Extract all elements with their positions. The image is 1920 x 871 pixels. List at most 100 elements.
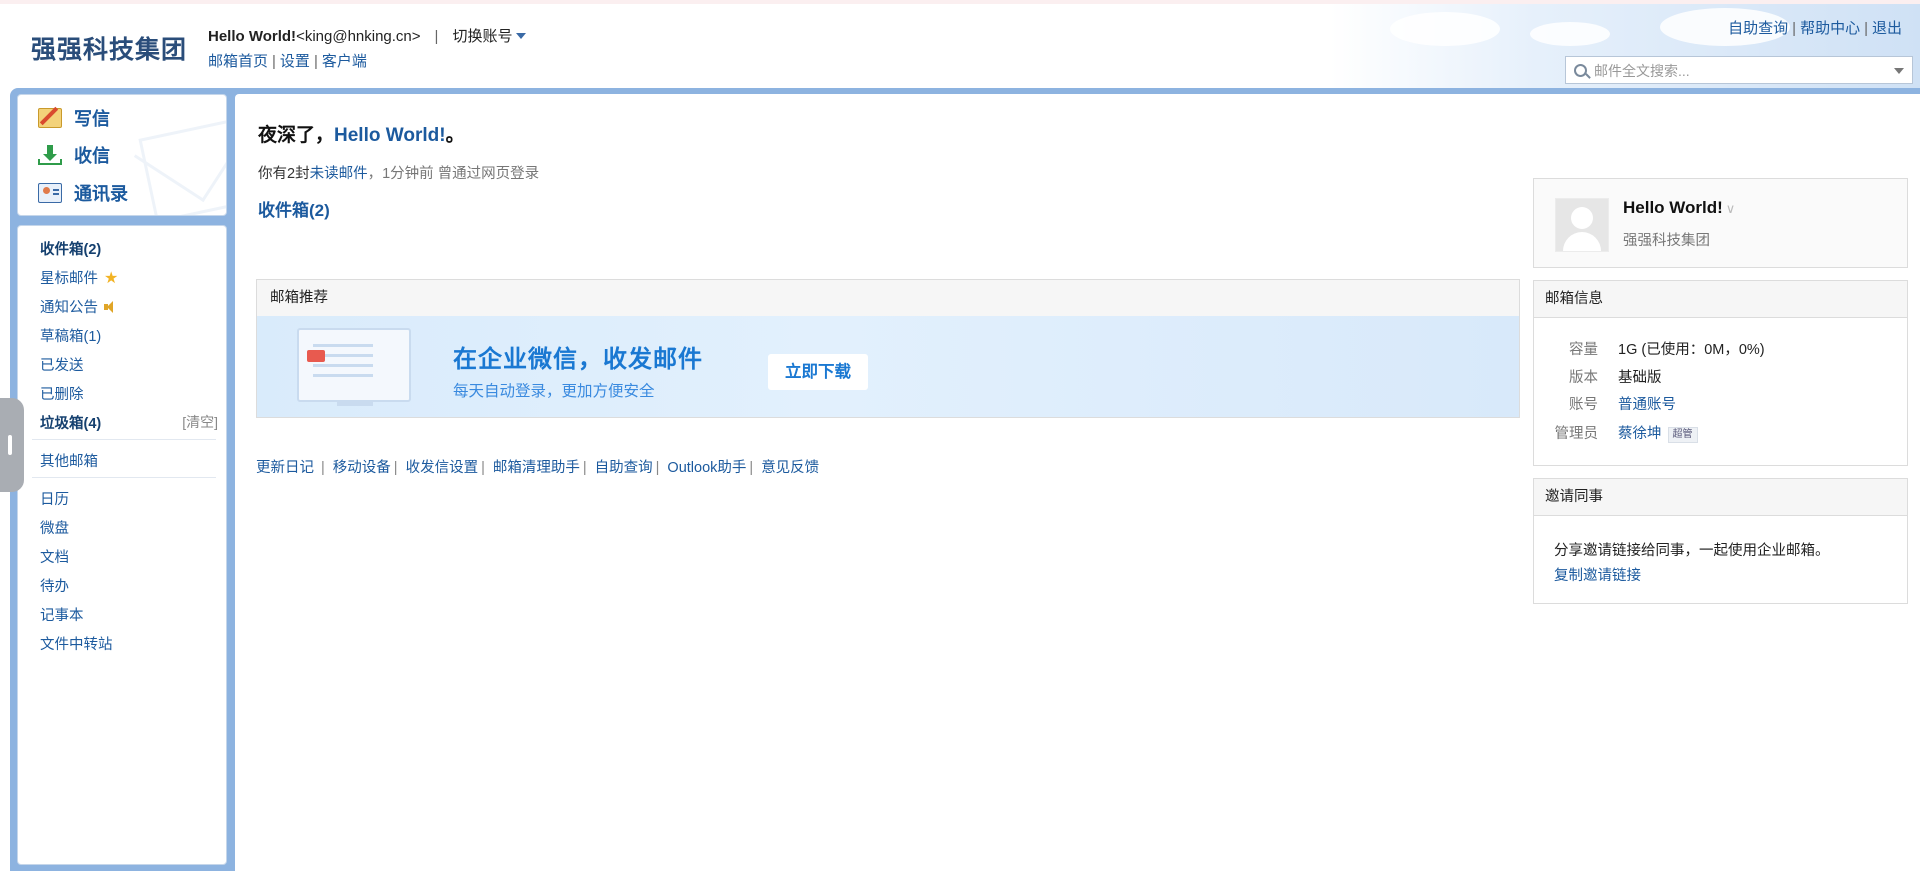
help-center-link[interactable]: 帮助中心 bbox=[1800, 20, 1860, 37]
divider: | bbox=[1792, 20, 1797, 37]
receive-button[interactable]: 收信 bbox=[38, 141, 110, 169]
search-icon[interactable] bbox=[1574, 64, 1587, 77]
super-admin-badge: 超管 bbox=[1667, 427, 1698, 443]
mailbox-recommend-section: 邮箱推荐 在企业微信，收发邮件 每天自动登录，更加方便安全 立即下载 bbox=[256, 279, 1520, 418]
app-drive[interactable]: 微盘 bbox=[40, 517, 69, 538]
folder-notice-label: 通知公告 bbox=[40, 300, 98, 316]
user-info-line: Hello World!<king@hnking.cn> | 切换账号 bbox=[208, 25, 527, 46]
folder-spam[interactable]: 垃圾箱(4) bbox=[40, 412, 101, 433]
compose-icon bbox=[38, 108, 62, 128]
profile-name-row[interactable]: Hello World! ∨ bbox=[1623, 198, 1735, 218]
folder-spam-label: 垃圾箱(4) bbox=[40, 416, 102, 432]
receive-label: 收信 bbox=[74, 146, 110, 166]
banner-subtitle: 每天自动登录，更加方便安全 bbox=[453, 383, 655, 400]
app-docs[interactable]: 文档 bbox=[40, 546, 69, 567]
folder-deleted-label: 已删除 bbox=[40, 387, 84, 403]
app-todo-label: 待办 bbox=[40, 579, 69, 595]
capacity-label: 容量 bbox=[1569, 342, 1598, 358]
divider: | bbox=[481, 460, 485, 476]
mailbox-info-title: 邮箱信息 bbox=[1534, 281, 1907, 318]
greeting-prefix: 夜深了， bbox=[258, 125, 335, 146]
search-options-dropdown-icon[interactable] bbox=[1894, 68, 1904, 74]
app-notebook-label: 记事本 bbox=[40, 608, 84, 624]
compose-label: 写信 bbox=[74, 109, 110, 129]
sidebar-collapse-handle[interactable] bbox=[0, 398, 24, 492]
outlook-assistant-link[interactable]: Outlook助手 bbox=[667, 460, 746, 476]
admin-label: 管理员 bbox=[1554, 426, 1599, 442]
folder-inbox-label: 收件箱(2) bbox=[40, 242, 102, 258]
greeting-user-name: Hello World! bbox=[334, 125, 446, 146]
divider bbox=[32, 439, 216, 440]
mail-search-box bbox=[1565, 56, 1913, 84]
capacity-value: 1G (已使用：0M，0%) bbox=[1618, 342, 1765, 358]
divider: | bbox=[272, 53, 276, 70]
divider: | bbox=[434, 28, 439, 45]
divider: | bbox=[393, 460, 398, 476]
switch-account-label: 切换账号 bbox=[452, 28, 513, 45]
account-type-link[interactable]: 普通账号 bbox=[1618, 393, 1676, 414]
monitor-stand-illustration bbox=[337, 400, 373, 406]
top-right-links: 自助查询 | 帮助中心 | 退出 bbox=[1728, 17, 1902, 38]
folder-other-mailboxes[interactable]: 其他邮箱 bbox=[40, 450, 98, 471]
settings-link[interactable]: 设置 bbox=[280, 53, 310, 70]
cleanup-assistant-link[interactable]: 邮箱清理助手 bbox=[493, 460, 580, 476]
avatar[interactable] bbox=[1555, 198, 1609, 252]
feedback-link[interactable]: 意见反馈 bbox=[761, 460, 819, 476]
user-name: Hello World! bbox=[208, 28, 297, 45]
logout-link[interactable]: 退出 bbox=[1872, 20, 1902, 37]
contacts-button[interactable]: 通讯录 bbox=[38, 179, 128, 207]
folder-notice[interactable]: 通知公告 bbox=[40, 296, 116, 317]
mobile-devices-link[interactable]: 移动设备 bbox=[333, 460, 391, 476]
version-label: 版本 bbox=[1569, 370, 1598, 386]
compose-button[interactable]: 写信 bbox=[38, 104, 110, 132]
switch-account-dropdown[interactable]: 切换账号 bbox=[452, 28, 527, 45]
folder-sent[interactable]: 已发送 bbox=[40, 354, 84, 375]
self-service-link[interactable]: 自助查询 bbox=[1728, 20, 1788, 37]
folder-drafts-label: 草稿箱(1) bbox=[40, 329, 102, 345]
admin-value-group: 蔡徐坤 超管 bbox=[1618, 422, 1698, 443]
footer-links: 更新日记 | 移动设备 | 收发信设置 | 邮箱清理助手 | 自助查询 | Outlook助手 | 意… bbox=[256, 456, 819, 477]
version-value: 基础版 bbox=[1618, 370, 1662, 386]
admin-name-link[interactable]: 蔡徐坤 bbox=[1618, 426, 1662, 442]
greeting: 夜深了，Hello World!。 bbox=[258, 120, 465, 147]
folder-inbox[interactable]: 收件箱(2) bbox=[40, 238, 101, 259]
changelog-link[interactable]: 更新日记 bbox=[256, 460, 314, 476]
app-calendar[interactable]: 日历 bbox=[40, 488, 69, 509]
download-now-button[interactable]: 立即下载 bbox=[768, 354, 868, 390]
monitor-illustration-icon bbox=[297, 328, 411, 402]
chevron-down-icon: ∨ bbox=[1725, 201, 1736, 216]
inbox-title-link[interactable]: 收件箱(2) bbox=[258, 196, 330, 221]
unread-mail-link[interactable]: 未读邮件 bbox=[310, 166, 368, 182]
folder-deleted[interactable]: 已删除 bbox=[40, 383, 84, 404]
star-icon: ★ bbox=[104, 269, 119, 287]
self-service-footer-link[interactable]: 自助查询 bbox=[595, 460, 653, 476]
app-file-transfer-label: 文件中转站 bbox=[40, 637, 113, 653]
clear-spam-button[interactable]: [清空] bbox=[182, 412, 218, 432]
invite-title: 邀请同事 bbox=[1534, 479, 1907, 516]
divider bbox=[32, 477, 216, 478]
app-notebook[interactable]: 记事本 bbox=[40, 604, 84, 625]
user-email: <king@hnking.cn> bbox=[296, 28, 421, 45]
mailbox-home-link[interactable]: 邮箱首页 bbox=[208, 53, 268, 70]
company-logo[interactable]: 强强科技集团 bbox=[31, 30, 187, 66]
divider: | bbox=[582, 460, 587, 476]
client-link[interactable]: 客户端 bbox=[322, 53, 367, 70]
divider: | bbox=[317, 460, 325, 476]
header: 强强科技集团 Hello World!<king@hnking.cn> | 切换账号… bbox=[0, 4, 1920, 88]
app-todo[interactable]: 待办 bbox=[40, 575, 69, 596]
copy-invite-link[interactable]: 复制邀请链接 bbox=[1554, 564, 1641, 585]
account-row: 账号 普通账号 bbox=[1534, 393, 1907, 415]
folder-drafts[interactable]: 草稿箱(1) bbox=[40, 325, 101, 346]
last-login-text: ，1分钟前 曾通过网页登录 bbox=[367, 166, 540, 182]
invite-colleagues-card: 邀请同事 分享邀请链接给同事，一起使用企业邮箱。 复制邀请链接 bbox=[1533, 478, 1908, 604]
wework-banner[interactable]: 在企业微信，收发邮件 每天自动登录，更加方便安全 立即下载 bbox=[257, 316, 1519, 417]
profile-name: Hello World! bbox=[1623, 198, 1723, 217]
mail-settings-link[interactable]: 收发信设置 bbox=[406, 460, 479, 476]
capacity-row: 容量 1G (已使用：0M，0%) bbox=[1534, 338, 1907, 360]
invite-description: 分享邀请链接给同事，一起使用企业邮箱。 bbox=[1554, 543, 1830, 559]
folder-starred[interactable]: 星标邮件 ★ bbox=[40, 267, 118, 288]
profile-organization: 强强科技集团 bbox=[1623, 233, 1710, 249]
app-file-transfer[interactable]: 文件中转站 bbox=[40, 633, 113, 654]
app-calendar-label: 日历 bbox=[40, 492, 69, 508]
mail-search-input[interactable] bbox=[1592, 60, 1896, 82]
